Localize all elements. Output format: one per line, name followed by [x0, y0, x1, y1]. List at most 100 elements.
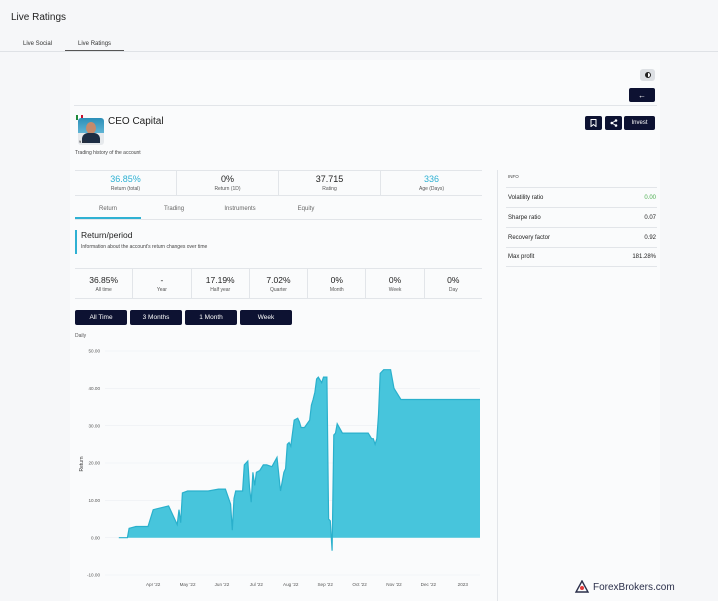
y-tick-label: 50.00: [89, 349, 101, 354]
y-axis-ticks: -10.00 0.00 10.00 20.00 30.00 40.00 50.00: [87, 349, 100, 578]
stat-value: 37.715: [315, 174, 344, 184]
period-half-year: 17.19% Half year: [192, 269, 250, 298]
info-row-sharpe: Sharpe ratio 0.07: [506, 207, 657, 227]
period-quarter: 7.02% Quarter: [250, 269, 309, 298]
top-tabs: Live Social Live Ratings: [10, 38, 125, 51]
section-title: Return/period: [81, 230, 133, 240]
info-value: 0.92: [644, 234, 656, 241]
range-1-month-button[interactable]: 1 Month: [185, 310, 237, 325]
x-tick-label: May '22: [180, 582, 196, 587]
x-axis-ticks: Apr '22 May '22 Jun '22 Jul '22 Aug '22 Sep '…: [146, 582, 468, 587]
range-week-button[interactable]: Week: [240, 310, 292, 325]
period-week: 0% Week: [366, 269, 425, 298]
x-tick-label: Apr '22: [146, 582, 161, 587]
period-label: Quarter: [270, 286, 287, 293]
tab-trading[interactable]: Trading: [141, 202, 207, 219]
period-value: -: [160, 274, 164, 285]
y-tick-label: 0.00: [91, 535, 100, 540]
period-all-time: 36.85% All time: [75, 269, 134, 298]
period-label: Day: [448, 286, 458, 293]
invest-button[interactable]: Invest: [624, 116, 655, 130]
stats-bar: 36.85% Return (total) 0% Return (1D) 37.…: [75, 170, 482, 196]
stat-label: Return (total): [110, 186, 141, 192]
stat-age: 336 Age (Days): [381, 171, 482, 195]
info-value: 0.00: [644, 194, 656, 201]
tabs-divider: [0, 51, 718, 52]
period-month: 0% Month: [308, 269, 367, 298]
info-value: 181.28%: [632, 254, 656, 260]
period-value: 0%: [388, 274, 402, 285]
bookmark-button[interactable]: [585, 116, 602, 130]
x-tick-label: Dec '22: [421, 582, 437, 587]
period-label: All time: [95, 286, 112, 293]
period-value: 17.19%: [205, 274, 235, 285]
theme-toggle-button[interactable]: [640, 69, 655, 81]
range-all-time-button[interactable]: All Time: [75, 310, 127, 325]
period-value: 36.85%: [89, 274, 119, 285]
info-label: Volatility ratio: [508, 194, 544, 201]
period-label: Week: [388, 286, 402, 293]
stat-label: Age (Days): [418, 186, 444, 192]
info-heading: INFO: [508, 174, 519, 179]
period-value: 0%: [330, 274, 343, 285]
y-tick-label: 40.00: [89, 386, 101, 391]
x-tick-label: Jun '22: [215, 582, 230, 587]
avatar[interactable]: ¥ 60: [78, 118, 104, 145]
account-name: CEO Capital: [108, 116, 164, 127]
info-label: Recovery factor: [508, 234, 551, 241]
tab-live-social[interactable]: Live Social: [10, 38, 65, 51]
tab-return[interactable]: Return: [75, 202, 141, 219]
stat-value: 0%: [220, 174, 234, 184]
info-label: Sharpe ratio: [508, 214, 541, 221]
tab-equity[interactable]: Equity: [273, 202, 339, 219]
forexbrokers-logo-icon: [574, 580, 590, 593]
stat-label: Rating: [322, 186, 337, 192]
stat-rating: 37.715 Rating: [279, 171, 381, 195]
x-tick-label: Nov '22: [386, 582, 402, 587]
stat-value: 336: [423, 174, 440, 184]
share-icon: [610, 119, 617, 127]
y-tick-label: 20.00: [89, 461, 101, 466]
stat-return-total: 36.85% Return (total): [75, 171, 177, 195]
range-3-months-button[interactable]: 3 Months: [130, 310, 182, 325]
tab-instruments[interactable]: Instruments: [207, 202, 273, 219]
contrast-icon: [644, 72, 651, 78]
info-value: 0.07: [644, 214, 656, 221]
info-row-max-profit: Max profit 181.28%: [506, 247, 657, 267]
period-label: Half year: [210, 286, 231, 293]
arrow-left-icon: ←: [638, 90, 646, 100]
stat-label: Return (1D): [214, 186, 241, 192]
period-year: - Year: [133, 269, 192, 298]
chart-caption: Daily: [75, 333, 87, 339]
stat-value: 36.85%: [110, 174, 141, 184]
x-tick-label: Jul '22: [250, 582, 264, 587]
period-day: 0% Day: [425, 269, 482, 298]
x-tick-label: Oct '22: [352, 582, 367, 587]
page-title: Live Ratings: [11, 12, 67, 23]
return-chart: -10.00 0.00 10.00 20.00 30.00 40.00 50.00 Apr …: [79, 349, 481, 587]
period-value: 7.02%: [266, 274, 291, 285]
stat-return-1d: 0% Return (1D): [177, 171, 279, 195]
y-axis-label: Return: [79, 456, 85, 471]
tab-live-ratings[interactable]: Live Ratings: [65, 38, 125, 51]
series-area: [118, 369, 481, 551]
detail-tabs: Return Trading Instruments Equity: [75, 202, 482, 220]
x-tick-label: Aug '22: [283, 582, 299, 587]
info-label: Max profit: [508, 254, 535, 260]
watermark: ForexBrokers.com: [574, 580, 675, 594]
avatar-badge: ¥ 60: [79, 139, 87, 144]
back-button[interactable]: ←: [629, 88, 655, 102]
return-period-header: Return/period Information about the acco…: [75, 230, 207, 254]
period-label: Month: [329, 286, 344, 293]
period-label: Year: [156, 286, 167, 293]
x-tick-label: 2023: [458, 582, 469, 587]
period-returns: 36.85% All time - Year 17.19% Half year 7.0…: [75, 268, 482, 299]
y-tick-label: 30.00: [89, 423, 101, 428]
bookmark-icon: [590, 119, 597, 127]
watermark-text: ForexBrokers.com: [593, 581, 675, 593]
section-description: Information about the account's return c…: [81, 244, 208, 250]
account-subtitle: Trading history of the account: [75, 150, 141, 156]
y-tick-label: 10.00: [89, 498, 101, 503]
share-button[interactable]: [605, 116, 622, 130]
info-row-recovery: Recovery factor 0.92: [506, 227, 657, 247]
